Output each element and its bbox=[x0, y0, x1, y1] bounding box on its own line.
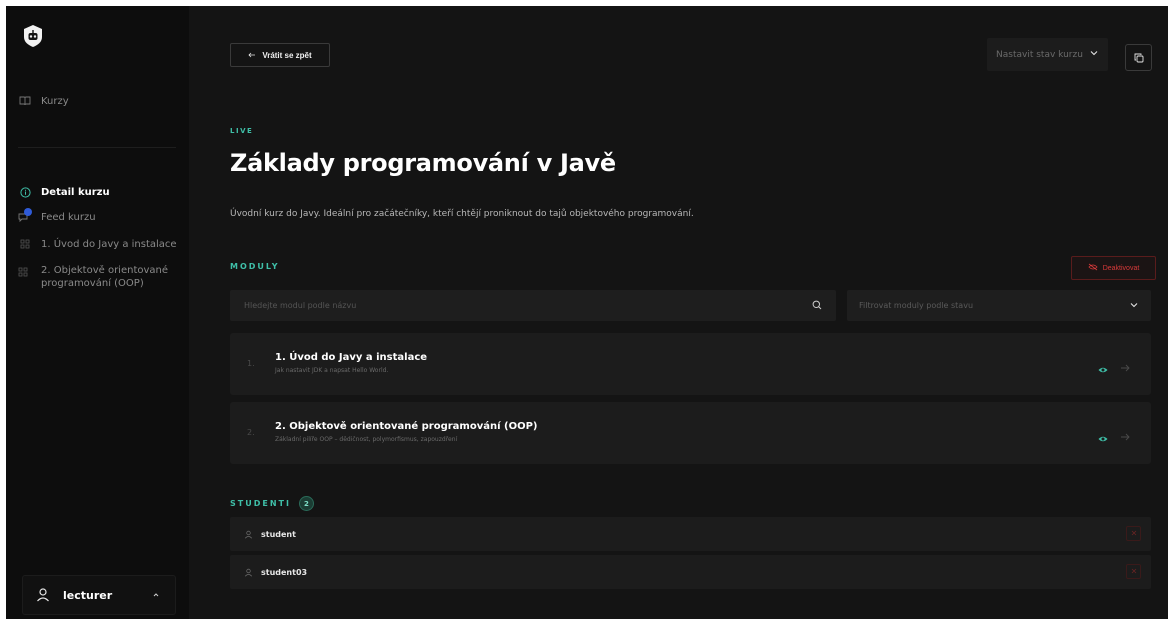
deactivate-button[interactable]: Deaktivovat bbox=[1071, 256, 1156, 280]
arrow-right-icon[interactable] bbox=[1120, 427, 1130, 441]
main-content: Vrátit se zpět Nastavit stav kurzu LIVE … bbox=[189, 6, 1168, 619]
eye-icon[interactable] bbox=[1098, 428, 1108, 442]
eye-off-icon bbox=[1088, 263, 1098, 273]
module-subtitle: Jak nastavit JDK a napsat Hello World. bbox=[275, 367, 389, 374]
sidebar-item-detail[interactable]: Detail kurzu bbox=[18, 185, 110, 199]
grid-icon bbox=[18, 264, 32, 290]
students-heading: STUDENTI bbox=[230, 499, 291, 508]
deactivate-label: Deaktivovat bbox=[1102, 264, 1140, 272]
students-count-badge: 2 bbox=[298, 496, 314, 511]
student-name: student03 bbox=[261, 567, 308, 577]
page-title: Základy programování v Javě bbox=[230, 149, 616, 177]
sidebar-item-module-1[interactable]: 1. Úvod do Javy a instalace bbox=[18, 237, 177, 251]
sidebar-item-label: 2. Objektově orientované bbox=[41, 265, 169, 276]
person-icon bbox=[35, 587, 51, 603]
arrow-left-icon bbox=[248, 51, 256, 60]
module-subtitle: Základní pilíře OOP – dědičnost, polymor… bbox=[275, 436, 458, 443]
sidebar-divider bbox=[18, 147, 176, 148]
copy-icon bbox=[1134, 48, 1144, 67]
module-search-input[interactable]: Hledejte modul podle názvu bbox=[230, 290, 836, 321]
sidebar-item-label: Detail kurzu bbox=[41, 186, 110, 198]
close-icon bbox=[1131, 529, 1137, 538]
search-icon[interactable] bbox=[812, 300, 822, 312]
module-title: 2. Objektově orientované programování (O… bbox=[275, 421, 538, 432]
sidebar-item-module-2[interactable]: 2. Objektově orientované programování (O… bbox=[18, 264, 168, 290]
module-card[interactable]: 1. 1. Úvod do Javy a instalace Jak nasta… bbox=[230, 333, 1151, 395]
sidebar-item-feed[interactable]: Feed kurzu bbox=[18, 208, 96, 224]
person-icon bbox=[244, 530, 253, 539]
remove-student-button[interactable] bbox=[1126, 564, 1141, 579]
chevron-down-icon bbox=[1129, 301, 1139, 311]
sidebar: Kurzy Detail kurzu Feed kurzu 1. Úvod do… bbox=[6, 6, 189, 619]
module-number: 1. bbox=[247, 359, 255, 368]
module-card[interactable]: 2. 2. Objektově orientované programování… bbox=[230, 402, 1151, 464]
sidebar-item-courses[interactable]: Kurzy bbox=[18, 94, 69, 108]
module-state-filter[interactable]: Filtrovat moduly podle stavu bbox=[847, 290, 1151, 321]
arrow-right-icon[interactable] bbox=[1120, 358, 1130, 372]
chat-bubble-icon bbox=[18, 208, 32, 224]
search-placeholder: Hledejte modul podle názvu bbox=[244, 301, 357, 310]
students-heading-row: STUDENTI 2 bbox=[230, 496, 314, 511]
eye-icon[interactable] bbox=[1098, 359, 1108, 373]
course-status: LIVE bbox=[230, 127, 254, 135]
chevron-up-icon bbox=[151, 590, 161, 600]
user-name: lecturer bbox=[63, 588, 113, 602]
course-description: Úvodní kurz do Javy. Ideální pro začáteč… bbox=[230, 209, 694, 219]
back-button[interactable]: Vrátit se zpět bbox=[230, 43, 330, 67]
student-name: student bbox=[261, 529, 296, 539]
sidebar-item-label-continued: programování (OOP) bbox=[41, 278, 144, 289]
copy-button[interactable] bbox=[1125, 44, 1152, 71]
grid-icon bbox=[18, 237, 32, 251]
app-window: Kurzy Detail kurzu Feed kurzu 1. Úvod do… bbox=[6, 6, 1168, 619]
logo-icon[interactable] bbox=[22, 24, 44, 48]
notification-dot bbox=[24, 208, 32, 216]
module-number: 2. bbox=[247, 428, 255, 437]
remove-student-button[interactable] bbox=[1126, 526, 1141, 541]
user-menu[interactable]: lecturer bbox=[22, 575, 176, 615]
book-icon bbox=[18, 94, 32, 108]
close-icon bbox=[1131, 567, 1137, 576]
course-state-label: Nastavit stav kurzu bbox=[996, 49, 1083, 60]
sidebar-item-label: Kurzy bbox=[41, 95, 69, 107]
student-row[interactable]: student bbox=[230, 517, 1151, 551]
filter-placeholder: Filtrovat moduly podle stavu bbox=[859, 301, 974, 310]
module-title: 1. Úvod do Javy a instalace bbox=[275, 352, 428, 363]
info-circle-icon bbox=[18, 185, 32, 199]
chevron-down-icon bbox=[1089, 49, 1099, 60]
modules-heading: MODULY bbox=[230, 262, 280, 271]
back-button-label: Vrátit se zpět bbox=[262, 50, 312, 60]
sidebar-item-label: Feed kurzu bbox=[41, 211, 96, 223]
course-state-dropdown[interactable]: Nastavit stav kurzu bbox=[987, 38, 1108, 71]
student-row[interactable]: student03 bbox=[230, 555, 1151, 589]
person-icon bbox=[244, 568, 253, 577]
sidebar-item-label: 1. Úvod do Javy a instalace bbox=[41, 238, 177, 250]
